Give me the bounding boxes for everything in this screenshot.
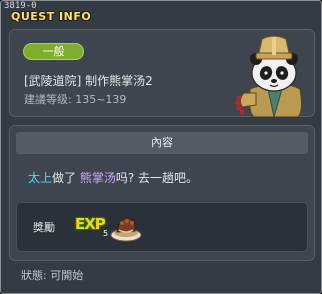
- quest-content-panel: 內容 太上做了 熊掌汤吗? 去一趟吧。 獎勵 EXP 5: [9, 125, 315, 261]
- quest-info-window: 3819-0 QUEST INFO 一般 [武陵道院] 制作熊掌汤2 建議等级:…: [0, 0, 322, 294]
- bear-paw-soup-icon[interactable]: [109, 213, 143, 243]
- quest-status: 狀態: 可開始: [21, 269, 84, 282]
- quest-summary-panel: 一般 [武陵道院] 制作熊掌汤2 建議等级: 135~139: [9, 29, 315, 117]
- reward-label: 獎勵: [33, 221, 55, 234]
- quest-name: [武陵道院] 制作熊掌汤2: [24, 74, 153, 88]
- panda-chef-npc-icon: [235, 35, 303, 117]
- quest-recommended-level: 建議等级: 135~139: [24, 93, 127, 106]
- quest-description: 太上做了 熊掌汤吗? 去一趟吧。: [28, 169, 198, 186]
- reward-box: 獎勵 EXP 5: [16, 202, 308, 252]
- quest-category-badge: 一般: [23, 43, 84, 60]
- exp-reward-icon: EXP: [75, 215, 106, 233]
- npc-name-highlight: 太上: [28, 171, 53, 185]
- description-text-1: 做了: [52, 171, 77, 185]
- content-header: 內容: [16, 132, 308, 154]
- item-name-highlight: 熊掌汤: [79, 171, 116, 185]
- window-title: QUEST INFO: [11, 10, 92, 23]
- exp-reward-value: 5: [103, 229, 109, 238]
- description-text-2: 吗? 去一趟吧。: [115, 171, 199, 185]
